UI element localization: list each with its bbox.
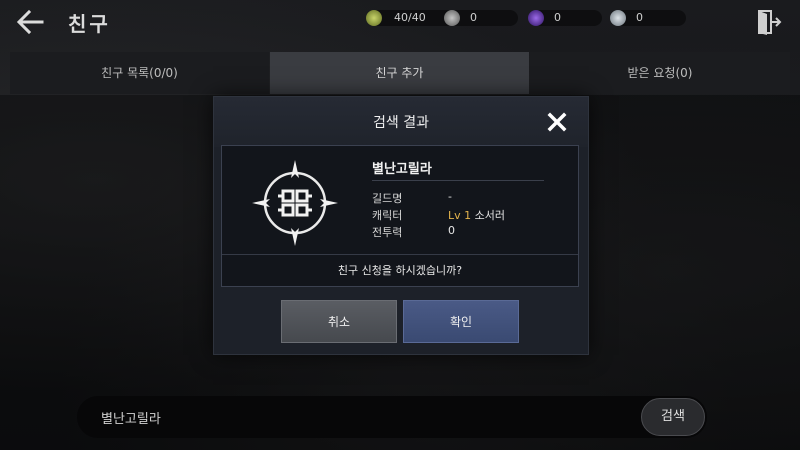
crystal-resource: 0 — [610, 10, 686, 26]
search-result-dialog: 검색 결과 별난고릴라 길드명 - 캐릭터 Lv 1 소서러 전투력 0 친구 … — [213, 96, 589, 355]
gem-resource: 0 — [528, 10, 602, 26]
character-info-panel: 별난고릴라 길드명 - 캐릭터 Lv 1 소서러 전투력 0 친구 신청을 하시… — [221, 145, 579, 287]
name-divider — [372, 180, 544, 181]
exit-icon[interactable] — [756, 8, 782, 36]
dialog-header: 검색 결과 — [214, 97, 588, 147]
energy-icon — [366, 10, 382, 26]
back-arrow-icon[interactable] — [14, 8, 46, 36]
silver-resource: 0 — [444, 10, 518, 26]
friend-request-question: 친구 신청을 하시겠습니까? — [337, 264, 463, 277]
character-label: 캐릭터 — [372, 209, 403, 222]
question-divider — [222, 254, 578, 255]
crystal-icon — [610, 10, 626, 26]
search-bar: 별난고릴라 검색 — [77, 396, 707, 438]
close-icon[interactable] — [547, 112, 567, 132]
purple-gem-icon — [528, 10, 544, 26]
tab-add-friend[interactable]: 친구 추가 — [270, 52, 529, 94]
crystal-value: 0 — [636, 11, 643, 24]
guild-label: 길드명 — [372, 192, 403, 205]
class-name: 소서러 — [474, 209, 506, 222]
energy-value: 40/40 — [394, 11, 426, 24]
tab-bar: 친구 목록(0/0) 친구 추가 받은 요청(0) — [10, 52, 790, 94]
page-title: 친구 — [68, 12, 111, 36]
search-button[interactable]: 검색 — [641, 398, 705, 436]
confirm-button[interactable]: 확인 — [403, 300, 519, 343]
combat-power-value: 0 — [448, 224, 455, 237]
class-emblem-icon — [250, 158, 340, 248]
combat-power-label: 전투력 — [372, 226, 403, 239]
cancel-button[interactable]: 취소 — [281, 300, 397, 343]
guild-value: - — [448, 190, 452, 203]
gem-value: 0 — [554, 11, 561, 24]
character-name: 별난고릴라 — [372, 162, 432, 177]
search-input[interactable]: 별난고릴라 — [101, 408, 161, 427]
level-badge: Lv 1 — [448, 209, 472, 222]
dialog-title: 검색 결과 — [373, 115, 429, 131]
top-bar: 친구 40/40 0 0 0 — [0, 0, 800, 45]
tab-received-requests[interactable]: 받은 요청(0) — [530, 52, 790, 94]
character-class: Lv 1 소서러 — [448, 207, 505, 223]
tab-friend-list[interactable]: 친구 목록(0/0) — [10, 52, 269, 94]
silver-coin-icon — [444, 10, 460, 26]
energy-resource: 40/40 — [366, 10, 456, 26]
silver-value: 0 — [470, 11, 477, 24]
